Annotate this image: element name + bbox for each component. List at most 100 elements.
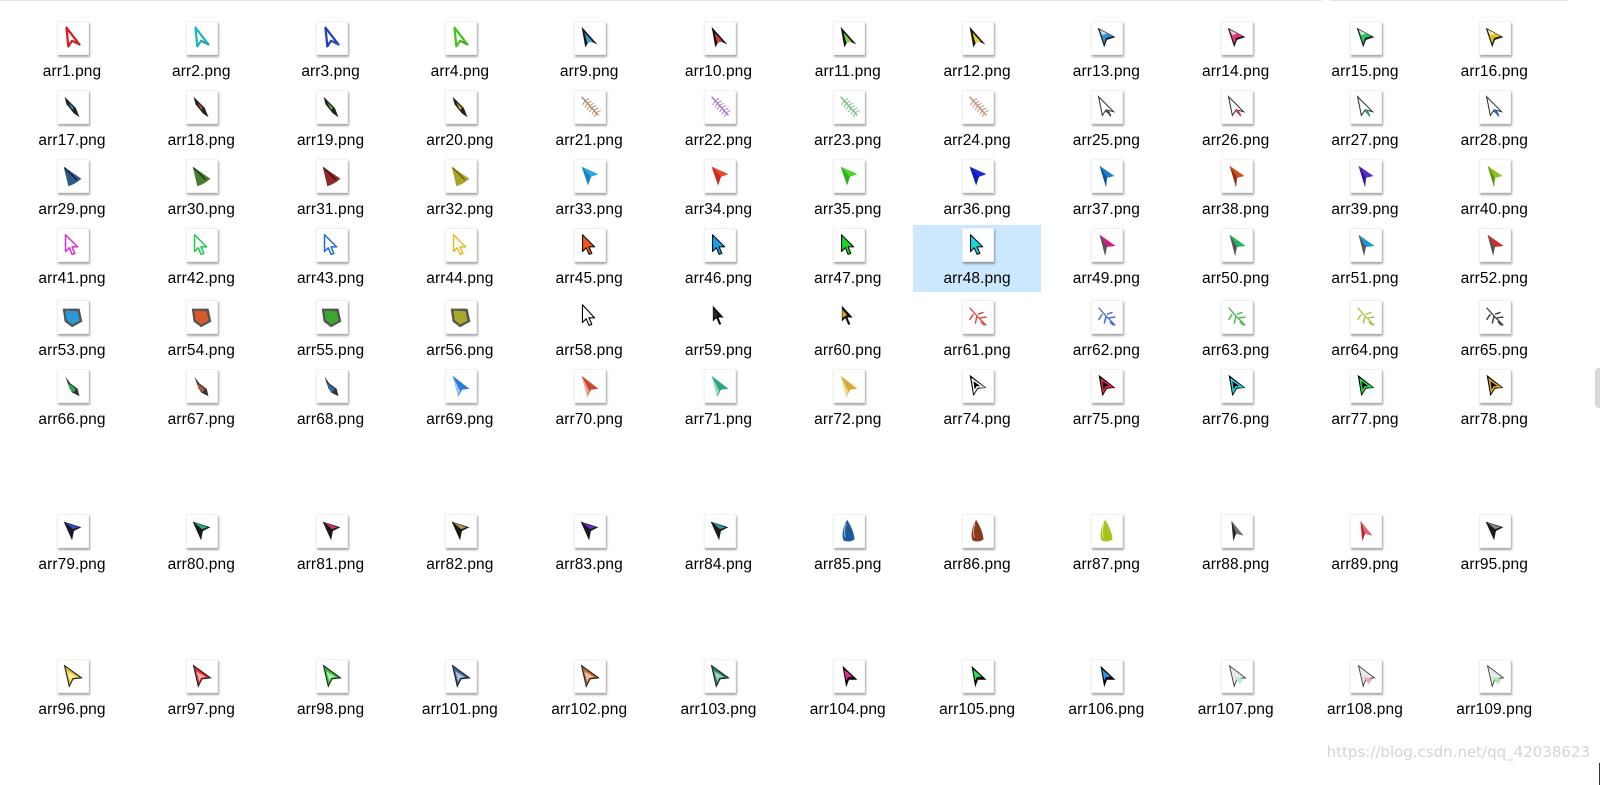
- file-item[interactable]: arr49.png: [1042, 225, 1170, 292]
- file-item[interactable]: arr81.png: [267, 511, 395, 578]
- file-item[interactable]: arr54.png: [137, 297, 265, 364]
- file-item[interactable]: arr82.png: [396, 511, 524, 578]
- file-item[interactable]: arr43.png: [267, 225, 395, 292]
- file-item[interactable]: arr19.png: [267, 87, 395, 154]
- file-item[interactable]: arr11.png: [784, 18, 912, 85]
- file-item[interactable]: arr96.png: [8, 656, 136, 723]
- file-item[interactable]: arr45.png: [525, 225, 653, 292]
- file-item[interactable]: arr21.png: [525, 87, 653, 154]
- file-item[interactable]: arr37.png: [1042, 156, 1170, 223]
- file-item[interactable]: arr2.png: [137, 18, 265, 85]
- file-item[interactable]: arr70.png: [525, 366, 653, 433]
- file-item[interactable]: arr64.png: [1301, 297, 1429, 364]
- file-item[interactable]: arr38.png: [1172, 156, 1300, 223]
- file-item[interactable]: arr60.png: [784, 297, 912, 364]
- file-item[interactable]: arr35.png: [784, 156, 912, 223]
- file-item[interactable]: arr48.png: [913, 225, 1042, 292]
- file-item[interactable]: arr52.png: [1430, 225, 1558, 292]
- file-item[interactable]: arr20.png: [396, 87, 524, 154]
- file-item[interactable]: arr67.png: [137, 366, 265, 433]
- file-item[interactable]: arr66.png: [8, 366, 136, 433]
- file-item[interactable]: arr44.png: [396, 225, 524, 292]
- file-item[interactable]: arr46.png: [655, 225, 783, 292]
- file-item[interactable]: arr25.png: [1042, 87, 1170, 154]
- file-item[interactable]: arr102.png: [525, 656, 653, 723]
- file-item[interactable]: arr32.png: [396, 156, 524, 223]
- file-item[interactable]: arr75.png: [1042, 366, 1170, 433]
- file-item[interactable]: arr51.png: [1301, 225, 1429, 292]
- file-item[interactable]: arr33.png: [525, 156, 653, 223]
- file-item[interactable]: arr13.png: [1042, 18, 1170, 85]
- file-item[interactable]: arr65.png: [1430, 297, 1558, 364]
- file-item[interactable]: arr4.png: [396, 18, 524, 85]
- file-item[interactable]: arr23.png: [784, 87, 912, 154]
- file-item[interactable]: arr29.png: [8, 156, 136, 223]
- file-item[interactable]: arr30.png: [137, 156, 265, 223]
- file-item[interactable]: arr50.png: [1172, 225, 1300, 292]
- file-item[interactable]: arr18.png: [137, 87, 265, 154]
- file-item[interactable]: arr88.png: [1172, 511, 1300, 578]
- file-item[interactable]: arr72.png: [784, 366, 912, 433]
- file-item[interactable]: arr69.png: [396, 366, 524, 433]
- file-item[interactable]: arr53.png: [8, 297, 136, 364]
- file-item[interactable]: arr59.png: [655, 297, 783, 364]
- file-item[interactable]: arr71.png: [655, 366, 783, 433]
- file-item[interactable]: arr3.png: [267, 18, 395, 85]
- file-item[interactable]: arr68.png: [267, 366, 395, 433]
- file-item[interactable]: arr63.png: [1172, 297, 1300, 364]
- file-item[interactable]: arr56.png: [396, 297, 524, 364]
- file-item[interactable]: arr40.png: [1430, 156, 1558, 223]
- file-item[interactable]: arr31.png: [267, 156, 395, 223]
- file-item[interactable]: arr62.png: [1042, 297, 1170, 364]
- file-item[interactable]: arr85.png: [784, 511, 912, 578]
- file-icon-grid[interactable]: arr1.png arr2.png arr3.png arr4.png arr9.png…: [22, 18, 1570, 778]
- file-item[interactable]: arr14.png: [1172, 18, 1300, 85]
- file-item[interactable]: arr101.png: [396, 656, 524, 723]
- file-item[interactable]: arr41.png: [8, 225, 136, 292]
- file-item[interactable]: arr105.png: [913, 656, 1041, 723]
- file-item[interactable]: arr12.png: [913, 18, 1041, 85]
- file-name-label: arr17.png: [38, 132, 106, 149]
- file-item[interactable]: arr89.png: [1301, 511, 1429, 578]
- file-item[interactable]: arr10.png: [655, 18, 783, 85]
- file-item[interactable]: arr16.png: [1430, 18, 1558, 85]
- file-item[interactable]: arr39.png: [1301, 156, 1429, 223]
- file-item[interactable]: arr9.png: [525, 18, 653, 85]
- file-item[interactable]: arr36.png: [913, 156, 1041, 223]
- file-item[interactable]: arr95.png: [1430, 511, 1558, 578]
- file-item[interactable]: arr17.png: [8, 87, 136, 154]
- file-item[interactable]: arr15.png: [1301, 18, 1429, 85]
- file-item[interactable]: arr47.png: [784, 225, 912, 292]
- file-item[interactable]: arr98.png: [267, 656, 395, 723]
- file-item[interactable]: arr24.png: [913, 87, 1041, 154]
- file-item[interactable]: arr1.png: [8, 18, 136, 85]
- file-item[interactable]: arr76.png: [1172, 366, 1300, 433]
- file-item[interactable]: arr104.png: [784, 656, 912, 723]
- file-item[interactable]: arr80.png: [137, 511, 265, 578]
- file-item[interactable]: arr83.png: [525, 511, 653, 578]
- file-item[interactable]: arr58.png: [525, 297, 653, 364]
- scrollbar-edge[interactable]: [1595, 368, 1600, 408]
- file-item[interactable]: arr97.png: [137, 656, 265, 723]
- file-item[interactable]: arr28.png: [1430, 87, 1558, 154]
- file-item[interactable]: arr77.png: [1301, 366, 1429, 433]
- file-item[interactable]: arr34.png: [655, 156, 783, 223]
- file-item[interactable]: arr84.png: [655, 511, 783, 578]
- file-item[interactable]: arr55.png: [267, 297, 395, 364]
- file-item[interactable]: arr79.png: [8, 511, 136, 578]
- file-item[interactable]: arr27.png: [1301, 87, 1429, 154]
- file-item[interactable]: arr103.png: [655, 656, 783, 723]
- file-item[interactable]: arr61.png: [913, 297, 1041, 364]
- file-item[interactable]: arr86.png: [913, 511, 1041, 578]
- file-item[interactable]: arr42.png: [137, 225, 265, 292]
- file-item[interactable]: arr74.png: [913, 366, 1041, 433]
- file-item[interactable]: arr26.png: [1172, 87, 1300, 154]
- file-item[interactable]: arr87.png: [1042, 511, 1170, 578]
- split-arrow-icon: [1479, 228, 1512, 262]
- file-item[interactable]: arr108.png: [1301, 656, 1429, 723]
- file-item[interactable]: arr106.png: [1042, 656, 1170, 723]
- file-item[interactable]: arr78.png: [1430, 366, 1558, 433]
- file-item[interactable]: arr22.png: [655, 87, 783, 154]
- file-item[interactable]: arr107.png: [1172, 656, 1300, 723]
- file-item[interactable]: arr109.png: [1430, 656, 1558, 723]
